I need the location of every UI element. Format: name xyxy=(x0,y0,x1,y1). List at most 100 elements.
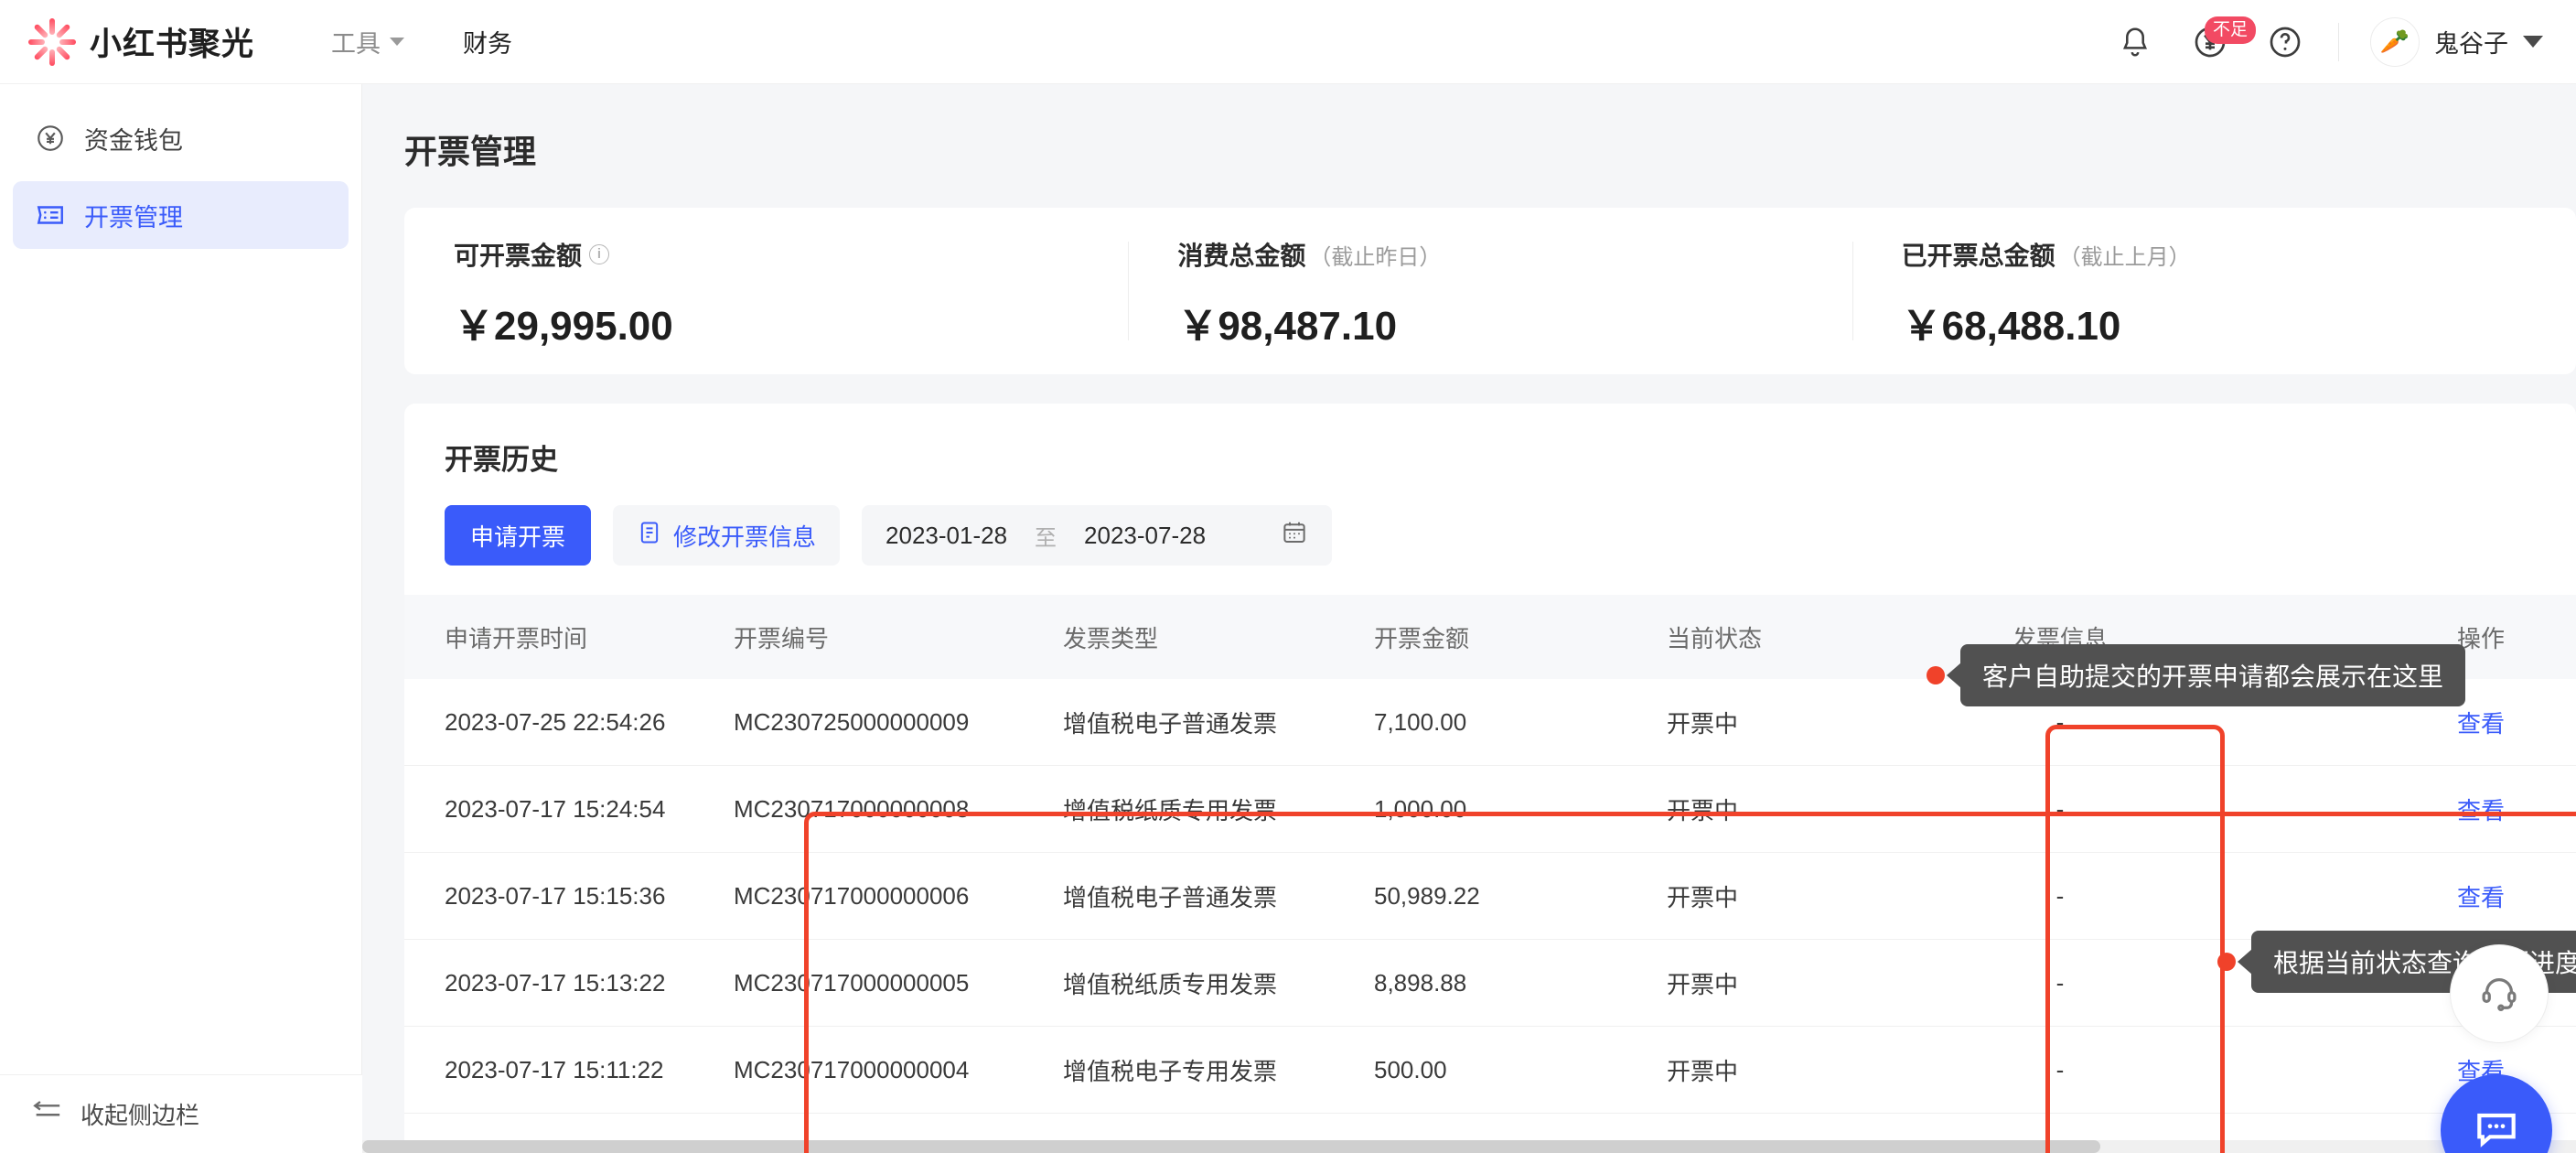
cell-type: 增值税电子普通发票 xyxy=(1063,883,1278,911)
date-range-separator: 至 xyxy=(1035,525,1057,551)
stat-label: 消费总金额 （截止昨日） xyxy=(1177,236,1852,273)
cell-time: 2023-07-17 15:13:22 xyxy=(445,968,666,997)
stat-label: 可开票金额 i xyxy=(454,236,1128,273)
chat-bubble-icon xyxy=(2471,1103,2522,1153)
cell-type: 增值税电子专用发票 xyxy=(1063,1057,1278,1085)
header-actions: 不足 🥕 鬼谷子 xyxy=(2113,16,2543,67)
cell-type: 增值税纸质专用发票 xyxy=(1063,796,1278,824)
tooltip-arrow-icon xyxy=(2238,949,2252,975)
cell-no: MC230725000000009 xyxy=(734,707,970,736)
stat-sub-label: （截止上月） xyxy=(2058,244,2191,270)
brand[interactable]: 小红书聚光 xyxy=(27,17,254,67)
column-header-time: 申请开票时间 xyxy=(445,624,588,652)
stats-card: 可开票金额 i ￥29,995.00 消费总金额 （截止昨日） ￥98,487.… xyxy=(404,208,2576,374)
stat-value: ￥68,488.10 xyxy=(1901,304,2121,349)
apply-invoice-button[interactable]: 申请开票 xyxy=(445,505,592,566)
table-row: 2023-07-17 15:15:36 MC230717000000006 增值税电… xyxy=(404,853,2576,940)
cell-time: 2023-07-25 22:54:26 xyxy=(445,707,666,736)
top-header: 小红书聚光 工具 财务 不足 🥕 鬼谷子 xyxy=(0,0,2576,84)
annotation-dot-icon xyxy=(2217,953,2236,971)
scrollbar-thumb[interactable] xyxy=(362,1140,2100,1153)
cell-info: - xyxy=(2055,968,2065,997)
status-badge: 不足 xyxy=(2205,16,2257,44)
customer-service-button[interactable] xyxy=(2450,944,2549,1043)
main-nav: 工具 财务 xyxy=(331,24,512,59)
column-header-number: 开票编号 xyxy=(734,624,830,652)
headset-icon xyxy=(2478,971,2520,1018)
xiaohongshu-logo-icon xyxy=(27,17,77,67)
chevron-down-icon xyxy=(390,38,405,46)
collapse-sidebar-button[interactable]: 收起侧边栏 xyxy=(0,1074,362,1153)
column-header-type: 发票类型 xyxy=(1063,624,1159,652)
user-name: 鬼谷子 xyxy=(2434,30,2508,58)
calendar-icon[interactable] xyxy=(1281,519,1308,553)
cell-amount: 8,898.88 xyxy=(1374,968,1467,997)
cell-info: - xyxy=(2055,707,2065,736)
stat-label-text: 可开票金额 xyxy=(454,242,583,270)
document-edit-icon xyxy=(637,520,662,552)
nav-item-tools[interactable]: 工具 xyxy=(331,24,405,59)
cell-type: 增值税纸质专用发票 xyxy=(1063,970,1278,998)
cell-status: 开票中 xyxy=(1667,796,1739,824)
cell-info: - xyxy=(2055,1055,2065,1083)
cell-time: 2023-07-17 15:15:36 xyxy=(445,881,666,910)
edit-invoice-info-label: 修改开票信息 xyxy=(673,523,817,551)
cell-status: 开票中 xyxy=(1667,970,1739,998)
sidebar-item-label: 开票管理 xyxy=(84,203,183,232)
table-row: 2023-07-17 15:24:54 MC230717000000008 增值税纸… xyxy=(404,766,2576,853)
cell-action[interactable]: 查看 xyxy=(2234,879,2545,913)
nav-item-label: 财务 xyxy=(463,30,513,58)
tooltip-arrow-icon xyxy=(1947,663,1961,688)
header-divider xyxy=(2338,22,2339,61)
invoice-icon xyxy=(33,198,68,232)
cell-amount: 500.00 xyxy=(1374,1055,1447,1083)
main-content: 开票管理 可开票金额 i ￥29,995.00 消费总金额 （截止昨日） ￥98… xyxy=(362,84,2576,1153)
cell-time: 2023-07-17 15:11:22 xyxy=(445,1055,664,1083)
date-start-value[interactable]: 2023-01-28 xyxy=(886,522,1007,550)
collapse-left-icon xyxy=(31,1098,62,1130)
bell-icon[interactable] xyxy=(2113,20,2157,64)
horizontal-scrollbar[interactable] xyxy=(362,1140,2576,1153)
stat-label-text: 消费总金额 xyxy=(1177,242,1306,270)
yuan-circle-icon[interactable]: 不足 xyxy=(2188,16,2257,64)
cell-time: 2023-07-17 15:24:54 xyxy=(445,794,666,823)
stat-total-spend: 消费总金额 （截止昨日） ￥98,487.10 xyxy=(1128,236,1852,349)
cell-status: 开票中 xyxy=(1667,883,1739,911)
cell-info: - xyxy=(2055,881,2065,910)
invoice-history-card: 开票历史 申请开票 修改开票信息 2023-01-28 至 2023-07-28 xyxy=(404,404,2576,1153)
stat-value: ￥98,487.10 xyxy=(1177,304,1398,349)
sidebar-item-invoice[interactable]: 开票管理 xyxy=(13,181,349,249)
cell-no: MC230717000000006 xyxy=(734,881,970,910)
column-header-status: 当前状态 xyxy=(1667,624,1763,652)
brand-name: 小红书聚光 xyxy=(90,27,255,62)
date-range-picker[interactable]: 2023-01-28 至 2023-07-28 xyxy=(862,505,1333,566)
cell-info: - xyxy=(2055,794,2065,823)
date-end-value[interactable]: 2023-07-28 xyxy=(1084,522,1206,550)
yuan-circle-icon xyxy=(33,121,68,156)
cell-type: 增值税电子普通发票 xyxy=(1063,709,1278,738)
user-menu[interactable]: 🥕 鬼谷子 xyxy=(2370,16,2543,67)
annotation-dot-icon xyxy=(1927,666,1945,684)
avatar: 🥕 xyxy=(2370,16,2420,67)
stat-label-text: 已开票总金额 xyxy=(1901,242,2055,270)
stat-total-invoiced: 已开票总金额 （截止上月） ￥68,488.10 xyxy=(1852,236,2576,349)
table-row: 2023-07-17 15:11:22 MC230717000000004 增值税电… xyxy=(404,1027,2576,1114)
cell-action[interactable]: 查看 xyxy=(2234,706,2545,739)
cell-status: 开票中 xyxy=(1667,709,1739,738)
stat-label: 已开票总金额 （截止上月） xyxy=(1902,236,2576,273)
annotation-tooltip-self-service: 客户自助提交的开票申请都会展示在这里 xyxy=(1927,644,2466,706)
collapse-sidebar-label: 收起侧边栏 xyxy=(80,1102,200,1129)
table-body: 2023-07-25 22:54:26 MC230725000000009 增值税电… xyxy=(404,679,2576,1114)
info-icon[interactable]: i xyxy=(589,244,610,264)
stat-value: ￥29,995.00 xyxy=(454,304,673,349)
nav-item-label: 工具 xyxy=(331,30,381,58)
edit-invoice-info-button[interactable]: 修改开票信息 xyxy=(613,505,841,566)
question-circle-icon[interactable] xyxy=(2263,20,2307,64)
cell-amount: 50,989.22 xyxy=(1374,881,1480,910)
stat-available-amount: 可开票金额 i ￥29,995.00 xyxy=(404,236,1128,349)
sidebar: 资金钱包 开票管理 收起侧边栏 xyxy=(0,84,362,1153)
sidebar-item-wallet[interactable]: 资金钱包 xyxy=(13,104,349,172)
cell-no: MC230717000000004 xyxy=(734,1055,970,1083)
nav-item-finance[interactable]: 财务 xyxy=(463,24,512,59)
cell-action[interactable]: 查看 xyxy=(2234,792,2545,826)
